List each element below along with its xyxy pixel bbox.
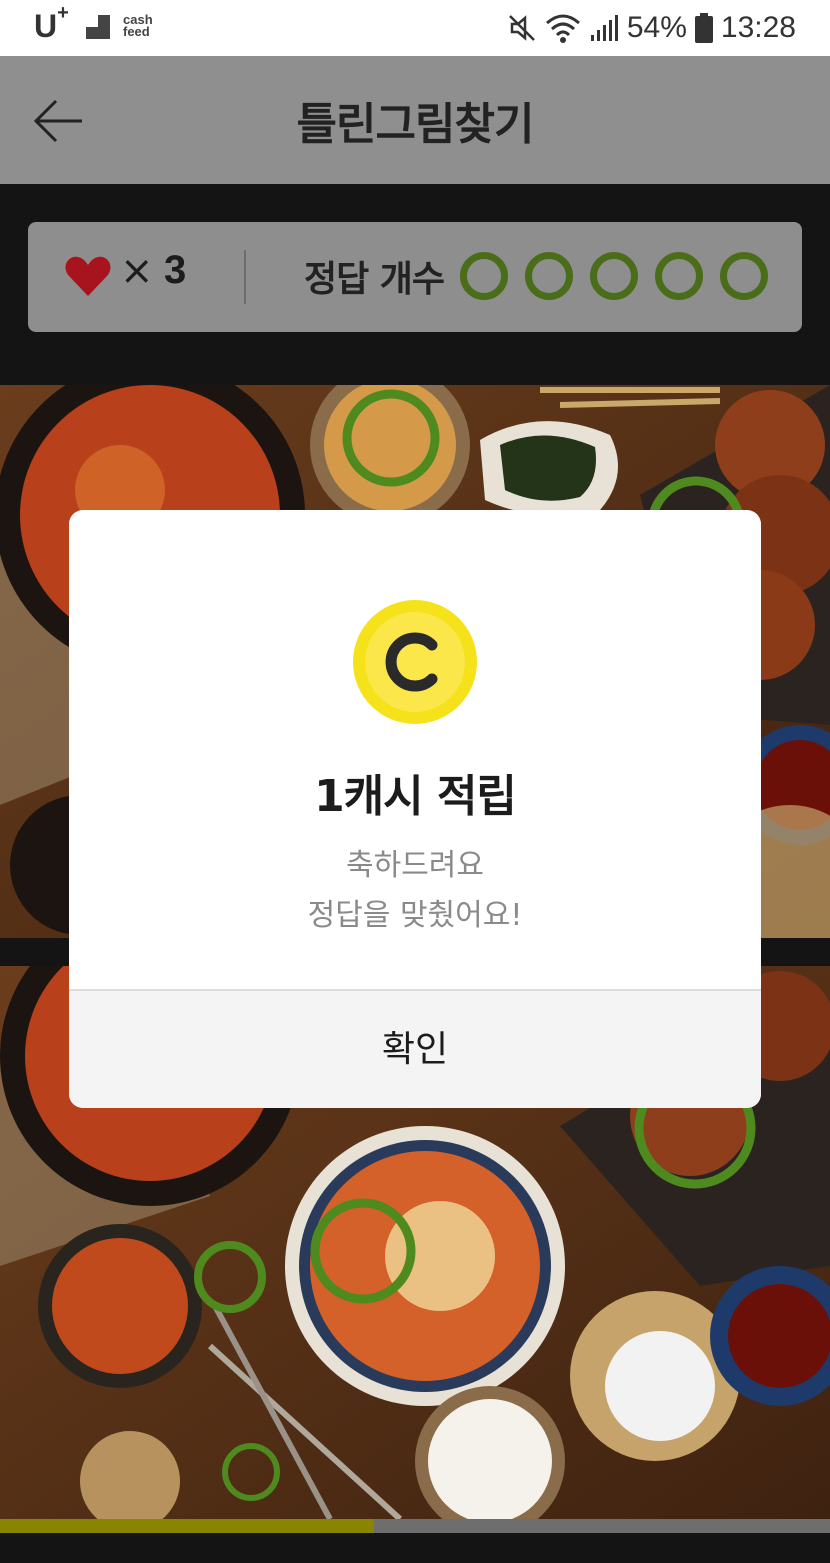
wifi-icon — [545, 14, 580, 43]
signal-icon — [590, 15, 618, 41]
time-progress-fill — [0, 1519, 374, 1533]
battery-percent: 54% — [626, 11, 687, 44]
heart-icon — [65, 256, 111, 296]
reward-dialog: 1캐시 적립 축하드려요 정답을 맞췄어요! 확인 — [69, 510, 761, 1108]
coin-icon — [353, 600, 477, 724]
answer-slots — [460, 252, 768, 300]
answer-slot — [460, 252, 508, 300]
carrier-logo: U+ — [34, 2, 69, 44]
cashfeed-brand: cash feed — [123, 12, 153, 39]
answer-slot — [655, 252, 703, 300]
answers-label: 정답 개수 — [304, 259, 445, 300]
lives-count: 3 — [164, 248, 187, 292]
mute-icon — [508, 15, 535, 41]
reward-message-line1: 축하드려요 — [346, 848, 484, 883]
page-title: 틀린그림찾기 — [296, 99, 535, 150]
lives-multiplier: × — [120, 248, 154, 294]
status-bar: U+ cash feed 54% 13:28 — [0, 0, 830, 56]
battery-icon — [694, 13, 713, 43]
app-bar: 틀린그림찾기 — [0, 56, 830, 184]
divider — [244, 250, 246, 304]
reward-message-line2: 정답을 맞췄어요! — [307, 898, 523, 933]
game-status-panel: × 3 정답 개수 — [28, 222, 802, 332]
confirm-button[interactable]: 확인 — [69, 991, 761, 1108]
answer-slot — [720, 252, 768, 300]
cashfeed-logo-icon — [86, 15, 110, 39]
time-progress-bar — [0, 1519, 830, 1533]
reward-title: 1캐시 적립 — [314, 771, 517, 822]
clock: 13:28 — [720, 11, 796, 44]
status-indicators: 54% 13:28 — [507, 10, 796, 46]
answer-slot — [525, 252, 573, 300]
answer-slot — [590, 252, 638, 300]
